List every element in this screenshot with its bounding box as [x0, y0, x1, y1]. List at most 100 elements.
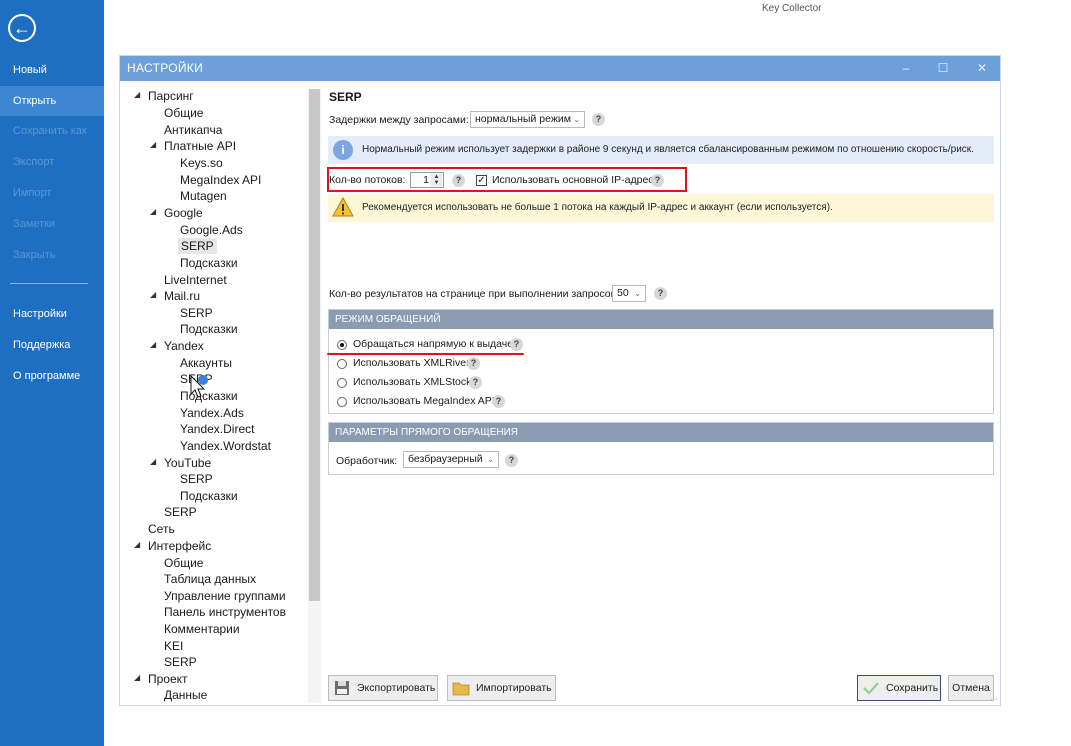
threads-spinner[interactable]: 1 ▲ ▼	[410, 172, 444, 188]
handler-label: Обработчик:	[336, 455, 398, 467]
help-icon[interactable]: ?	[469, 376, 482, 389]
back-arrow-icon[interactable]: ←	[8, 14, 36, 42]
help-icon[interactable]: ?	[651, 174, 664, 187]
tree-item[interactable]: SERP	[180, 471, 213, 487]
collapse-icon[interactable]: ◢	[134, 90, 144, 99]
tree-item[interactable]: Google.Ads	[180, 222, 243, 238]
close-icon[interactable]: ✕	[972, 59, 992, 77]
menu-settings[interactable]: Настройки	[0, 299, 104, 329]
help-icon[interactable]: ?	[467, 357, 480, 370]
warning-text: Рекомендуется использовать не больше 1 п…	[362, 202, 833, 213]
tree-item[interactable]: Mail.ru	[164, 288, 200, 304]
settings-tree: ◢ Парсинг Общие Антикапча ◢ Платные API …	[120, 81, 320, 705]
tree-item[interactable]: SERP	[164, 504, 197, 520]
tree-item-selected[interactable]: SERP	[178, 238, 217, 254]
tree-item[interactable]: SERP	[180, 305, 213, 321]
help-icon[interactable]: ?	[510, 338, 523, 351]
radio-direct[interactable]	[337, 340, 347, 350]
menu-support[interactable]: Поддержка	[0, 330, 104, 360]
tree-item[interactable]: Панель инструментов	[164, 604, 286, 620]
tree-item[interactable]: Управление группами	[164, 588, 286, 604]
tree-item[interactable]: Данные	[164, 687, 207, 703]
section-title: SERP	[329, 90, 362, 104]
tree-item[interactable]: Yandex	[164, 338, 204, 354]
tree-item[interactable]: YouTube	[164, 455, 211, 471]
collapse-icon[interactable]: ◢	[150, 290, 160, 299]
info-icon: i	[333, 140, 353, 160]
tree-item[interactable]: Yandex.Wordstat	[180, 438, 271, 454]
help-icon[interactable]: ?	[592, 113, 605, 126]
radio-xmlriver[interactable]	[337, 359, 347, 369]
chevron-down-icon: ⌄	[573, 115, 580, 124]
tree-item[interactable]: Google	[164, 205, 203, 221]
menu-new[interactable]: Новый	[0, 55, 104, 85]
collapse-icon[interactable]: ◢	[150, 140, 160, 149]
tree-scrollbar[interactable]	[308, 89, 321, 703]
use-main-ip-checkbox[interactable]: ✓	[476, 175, 487, 186]
handler-combo[interactable]: безбраузерный ⌄	[403, 451, 499, 468]
spin-down-icon[interactable]: ▼	[431, 180, 442, 186]
tree-item[interactable]: Таблица данных	[164, 571, 256, 587]
minimize-icon[interactable]: –	[896, 59, 916, 77]
radio-xmlstock[interactable]	[337, 378, 347, 388]
tree-item[interactable]: Интерфейс	[148, 538, 211, 554]
menu-about[interactable]: О программе	[0, 361, 104, 391]
collapse-icon[interactable]: ◢	[150, 457, 160, 466]
dialog-titlebar[interactable]: НАСТРОЙКИ – ☐ ✕	[120, 56, 1000, 81]
delay-combo[interactable]: нормальный режим ⌄	[470, 111, 585, 128]
tree-item[interactable]: MegaIndex API	[180, 172, 261, 188]
resize-grip-icon[interactable]: ⋯	[990, 695, 998, 704]
checkmark-icon	[863, 682, 879, 695]
tree-item[interactable]: Проект	[148, 671, 188, 687]
mode-section-header: РЕЖИМ ОБРАЩЕНИЙ	[329, 310, 993, 329]
tree-item[interactable]: Keys.so	[180, 155, 223, 171]
import-button[interactable]: Импортировать	[447, 675, 556, 701]
maximize-icon[interactable]: ☐	[933, 59, 953, 77]
radio-xmlstock-label[interactable]: Использовать XMLStock	[353, 376, 471, 388]
radio-megaindex-label[interactable]: Использовать MegaIndex API	[353, 395, 495, 407]
tree-item[interactable]: Общие	[164, 105, 203, 121]
collapse-icon[interactable]: ◢	[150, 207, 160, 216]
radio-direct-label[interactable]: Обращаться напрямую к выдаче	[353, 338, 513, 350]
radio-megaindex[interactable]	[337, 397, 347, 407]
scrollbar-thumb[interactable]	[309, 89, 320, 601]
mode-section: РЕЖИМ ОБРАЩЕНИЙ Обращаться напрямую к вы…	[328, 309, 994, 414]
tree-item[interactable]: Yandex.Direct	[180, 421, 254, 437]
chevron-down-icon: ⌄	[634, 289, 641, 298]
tree-item[interactable]: Аккаунты	[180, 355, 232, 371]
tree-item[interactable]: Платные API	[164, 138, 236, 154]
results-combo[interactable]: 50 ⌄	[612, 285, 646, 302]
tree-item[interactable]: Подсказки	[180, 488, 238, 504]
tree-item[interactable]: Общие	[164, 555, 203, 571]
tree-item[interactable]: Парсинг	[148, 88, 194, 104]
folder-icon	[452, 682, 470, 696]
help-icon[interactable]: ?	[505, 454, 518, 467]
tree-item[interactable]: SERP	[164, 654, 197, 670]
tree-item[interactable]: Комментарии	[164, 621, 240, 637]
menu-open[interactable]: Открыть	[0, 86, 104, 116]
tree-item[interactable]: Подсказки	[180, 255, 238, 271]
tree-item[interactable]: KEI	[164, 638, 183, 654]
delay-label: Задержки между запросами:	[329, 114, 469, 126]
radio-xmlriver-label[interactable]: Использовать XMLRiver	[353, 357, 470, 369]
handler-value: безбраузерный	[408, 453, 483, 465]
tree-item[interactable]: Yandex.Ads	[180, 405, 244, 421]
chevron-down-icon: ⌄	[487, 455, 494, 464]
save-label: Сохранить	[886, 682, 939, 694]
menu-export: Экспорт	[13, 156, 55, 168]
cancel-button[interactable]: Отмена	[948, 675, 994, 701]
export-button[interactable]: Экспортировать	[328, 675, 438, 701]
tree-item[interactable]: Mutagen	[180, 188, 227, 204]
collapse-icon[interactable]: ◢	[134, 540, 144, 549]
tree-item[interactable]: Подсказки	[180, 321, 238, 337]
save-button[interactable]: Сохранить	[857, 675, 941, 701]
collapse-icon[interactable]: ◢	[150, 340, 160, 349]
dialog-title: НАСТРОЙКИ	[127, 61, 204, 75]
tree-item[interactable]: Антикапча	[164, 122, 222, 138]
help-icon[interactable]: ?	[452, 174, 465, 187]
tree-item[interactable]: Сеть	[148, 521, 175, 537]
help-icon[interactable]: ?	[654, 287, 667, 300]
collapse-icon[interactable]: ◢	[134, 673, 144, 682]
help-icon[interactable]: ?	[492, 395, 505, 408]
tree-item[interactable]: LiveInternet	[164, 272, 227, 288]
